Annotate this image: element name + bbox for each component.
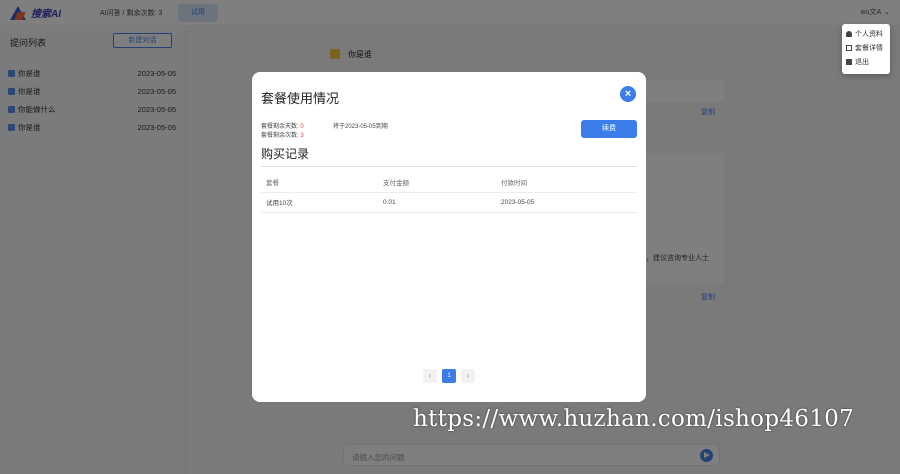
logout-icon — [846, 59, 852, 65]
column-header: 付款时间 — [496, 172, 637, 193]
purchase-records-table: 套餐 支付金额 付款时间 试用10次 0.01 2023-05-05 — [261, 172, 637, 213]
page-button-current[interactable]: 1 — [442, 369, 456, 383]
purchase-records-title: 购买记录 — [261, 147, 310, 161]
next-page-button[interactable]: › — [461, 369, 475, 383]
card-icon — [846, 45, 852, 51]
watermark-text: https://www.huzhan.com/ishop46107 — [413, 406, 855, 432]
prev-page-button[interactable]: ‹ — [423, 369, 437, 383]
table-cell: 2023-05-05 — [496, 192, 637, 213]
times-label: 套餐剩余次数: — [261, 133, 301, 139]
close-icon[interactable]: × — [620, 86, 636, 102]
package-usage-modal: 套餐使用情况 × 套餐剩余天数: 0 套餐剩余次数: 3 将于2023-05-0… — [252, 72, 646, 402]
menu-item-package[interactable]: 套餐详情 — [846, 41, 886, 55]
menu-item-logout[interactable]: 退出 — [846, 55, 886, 69]
person-icon — [846, 31, 852, 37]
pagination: ‹ 1 › — [423, 369, 475, 383]
table-header-row: 套餐 支付金额 付款时间 — [261, 172, 637, 193]
table-row: 试用10次 0.01 2023-05-05 — [261, 192, 637, 213]
column-header: 支付金额 — [378, 172, 496, 193]
menu-item-label: 个人资料 — [855, 31, 883, 38]
menu-item-label: 退出 — [855, 59, 869, 66]
expire-text: 将于2023-05-05到期 — [333, 124, 388, 130]
divider — [261, 166, 637, 167]
menu-item-profile[interactable]: 个人资料 — [846, 27, 886, 41]
modal-title: 套餐使用情况 — [261, 91, 340, 106]
user-dropdown-menu: 个人资料 套餐详情 退出 — [842, 24, 890, 74]
menu-item-label: 套餐详情 — [855, 45, 883, 52]
times-remaining: 套餐剩余次数: 3 — [261, 130, 304, 139]
days-remaining: 套餐剩余天数: 0 — [261, 121, 304, 130]
table-cell: 0.01 — [378, 192, 496, 213]
times-value: 3 — [300, 133, 304, 139]
renew-button[interactable]: 续费 — [581, 120, 637, 138]
column-header: 套餐 — [261, 172, 378, 193]
table-cell: 试用10次 — [261, 192, 378, 213]
